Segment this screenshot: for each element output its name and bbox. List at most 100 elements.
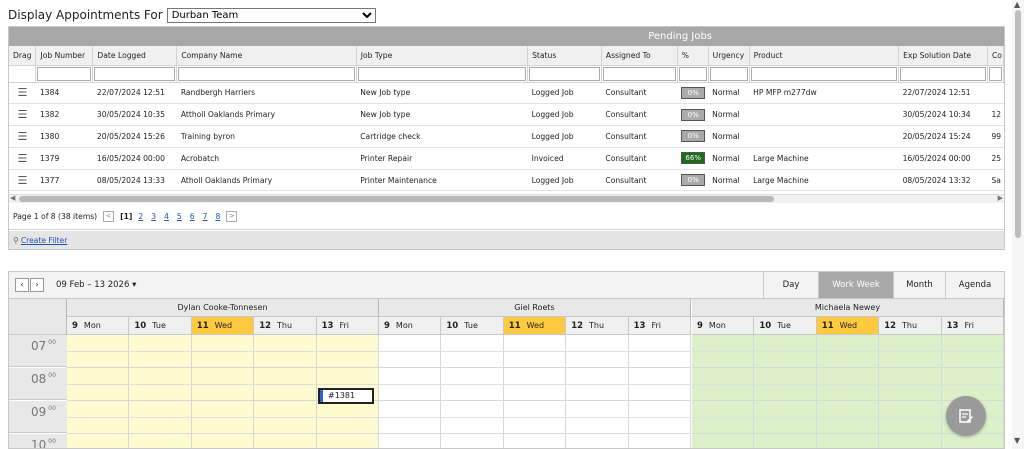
column-header[interactable]: Product — [749, 46, 900, 66]
scroll-thumb[interactable] — [19, 196, 774, 202]
time-slot[interactable] — [941, 335, 1004, 368]
prev-week-icon[interactable]: ‹ — [15, 278, 29, 292]
time-slot[interactable] — [816, 335, 880, 368]
time-slot[interactable] — [254, 368, 317, 401]
scroll-down-icon[interactable]: ▼ — [1014, 436, 1020, 445]
time-slot[interactable] — [129, 434, 192, 448]
column-header[interactable]: Exp Solution Date — [898, 46, 988, 66]
page-link[interactable]: 7 — [203, 212, 208, 221]
time-slot[interactable] — [129, 368, 192, 401]
scroll-up-icon[interactable]: ▲ — [1014, 0, 1020, 9]
time-slot[interactable] — [628, 368, 691, 401]
time-slot[interactable] — [441, 335, 504, 368]
time-slot[interactable] — [441, 401, 504, 434]
time-slot[interactable] — [503, 434, 567, 448]
page-link[interactable]: 5 — [177, 212, 182, 221]
column-filter-input[interactable] — [357, 66, 527, 81]
time-slot[interactable] — [254, 434, 317, 448]
time-slot[interactable] — [254, 401, 317, 434]
time-slot[interactable] — [566, 401, 629, 434]
time-slot[interactable] — [754, 335, 817, 368]
column-header[interactable]: % — [677, 46, 709, 66]
time-slot[interactable] — [941, 434, 1004, 448]
column-header[interactable]: Job Type — [356, 46, 529, 66]
column-filter-input[interactable] — [37, 66, 92, 81]
page-link[interactable]: 2 — [138, 212, 143, 221]
time-slot[interactable] — [503, 368, 567, 401]
time-slot[interactable] — [379, 335, 442, 368]
column-filter-input[interactable] — [988, 66, 1002, 81]
time-slot[interactable] — [879, 335, 942, 368]
view-tab[interactable]: Work Week — [818, 272, 893, 298]
time-slot[interactable] — [628, 434, 691, 448]
column-header[interactable]: Job Number — [35, 46, 94, 66]
column-header[interactable]: Company Name — [176, 46, 357, 66]
scroll-right-icon[interactable]: ▶ — [998, 194, 1003, 202]
time-slot[interactable] — [67, 368, 130, 401]
time-slot[interactable] — [441, 434, 504, 448]
time-slot[interactable] — [191, 368, 255, 401]
table-row[interactable]: ☰ 1384 22/07/2024 12:51 Randbergh Harriers N… — [9, 82, 1004, 105]
column-header[interactable]: Status — [527, 46, 602, 66]
time-slot[interactable] — [191, 335, 255, 368]
time-slot[interactable] — [754, 401, 817, 434]
time-slot[interactable] — [379, 401, 442, 434]
time-slot[interactable] — [316, 335, 379, 368]
time-slot[interactable] — [816, 401, 880, 434]
time-slot[interactable] — [879, 401, 942, 434]
time-slot[interactable] — [628, 401, 691, 434]
next-page-button[interactable]: > — [226, 211, 238, 222]
prev-page-button[interactable]: < — [103, 211, 115, 222]
time-slot[interactable] — [191, 401, 255, 434]
page-link[interactable]: 8 — [215, 212, 220, 221]
column-filter-input[interactable] — [709, 66, 748, 81]
time-slot[interactable] — [816, 434, 880, 448]
time-slot[interactable] — [67, 434, 130, 448]
column-header[interactable]: Assigned To — [601, 46, 678, 66]
time-slot[interactable] — [503, 335, 567, 368]
page-link[interactable]: 4 — [164, 212, 169, 221]
table-row[interactable]: ☰ 1379 16/05/2024 00:00 Acrobatch Printer Re… — [9, 147, 1004, 170]
time-slot[interactable] — [254, 335, 317, 368]
column-filter-input[interactable] — [678, 66, 707, 81]
time-slot[interactable] — [941, 368, 1004, 401]
column-header[interactable]: Co — [987, 46, 1004, 66]
page-link[interactable]: 6 — [190, 212, 195, 221]
time-slot[interactable] — [67, 335, 130, 368]
time-slot[interactable] — [628, 335, 691, 368]
time-slot[interactable] — [566, 434, 629, 448]
table-row[interactable]: ☰ 1380 20/05/2024 15:26 Training byron Cartr… — [9, 125, 1004, 148]
time-slot[interactable] — [379, 368, 442, 401]
drag-handle-icon[interactable]: ☰ — [9, 147, 36, 170]
time-slot[interactable] — [754, 434, 817, 448]
time-slot[interactable] — [566, 335, 629, 368]
time-slot[interactable] — [816, 368, 880, 401]
column-header[interactable]: Date Logged — [92, 46, 178, 66]
time-slot[interactable] — [67, 401, 130, 434]
time-slot[interactable] — [692, 434, 755, 448]
drag-handle-icon[interactable]: ☰ — [9, 125, 36, 148]
column-filter-input[interactable] — [750, 66, 898, 81]
time-slot[interactable] — [129, 401, 192, 434]
page-link[interactable]: 3 — [151, 212, 156, 221]
drag-handle-icon[interactable]: ☰ — [9, 169, 36, 192]
create-filter-link[interactable]: Create Filter — [21, 236, 67, 245]
view-tab[interactable]: Month — [893, 272, 945, 298]
time-slot[interactable] — [879, 434, 942, 448]
time-slot[interactable] — [692, 335, 755, 368]
time-slot[interactable] — [754, 368, 817, 401]
time-slot[interactable] — [191, 434, 255, 448]
column-header[interactable]: Drag — [9, 46, 37, 66]
floating-action-button[interactable] — [946, 396, 986, 436]
column-header[interactable]: Urgency — [708, 46, 750, 66]
drag-handle-icon[interactable]: ☰ — [9, 103, 36, 127]
time-slot[interactable] — [692, 401, 755, 434]
time-slot[interactable] — [441, 368, 504, 401]
time-slot[interactable] — [879, 368, 942, 401]
table-row[interactable]: ☰ 1382 30/05/2024 10:35 Attholl Oaklands Pr… — [9, 103, 1004, 127]
team-select[interactable]: Durban Team — [166, 7, 376, 23]
scroll-left-icon[interactable]: ◀ — [10, 194, 15, 202]
grid-horizontal-scrollbar[interactable]: ◀ ▶ — [9, 194, 1004, 203]
time-slot[interactable] — [316, 434, 379, 448]
column-filter-input[interactable] — [94, 66, 176, 81]
